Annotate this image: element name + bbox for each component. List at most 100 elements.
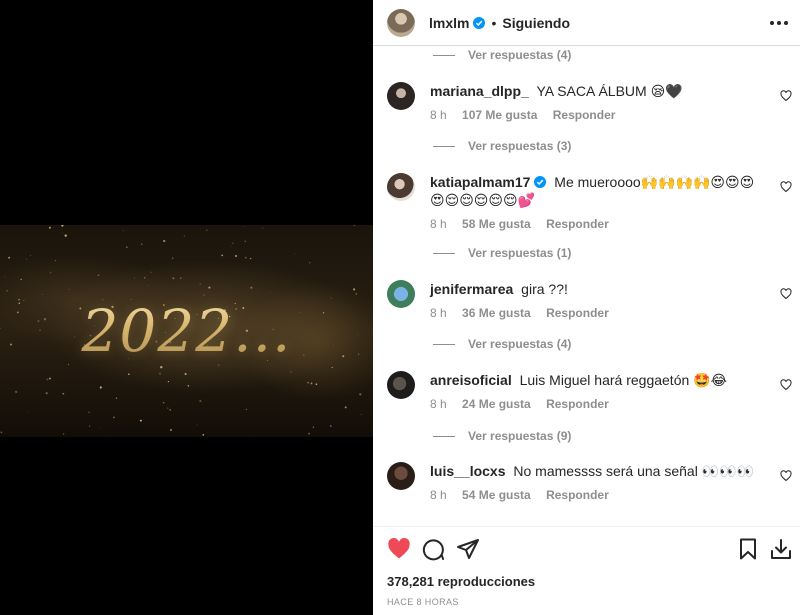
comment-time[interactable]: 8 h xyxy=(430,488,447,502)
separator-dot: • xyxy=(491,14,497,31)
post-header: lmxlm • Siguiendo xyxy=(373,0,800,46)
like-comment-icon[interactable] xyxy=(780,470,792,482)
like-comment-icon[interactable] xyxy=(780,181,792,193)
sparkle xyxy=(20,278,22,281)
sparkle xyxy=(250,286,253,289)
bookmark-icon[interactable] xyxy=(736,537,760,561)
sparkle xyxy=(294,253,296,255)
view-count[interactable]: 378,281 reproducciones xyxy=(387,574,535,589)
sparkle xyxy=(109,436,111,437)
video-overlay-text: 2022... xyxy=(0,297,373,365)
comment-username[interactable]: mariana_dlpp_ xyxy=(430,83,529,99)
sparkle xyxy=(89,425,91,427)
video-frame: 2022... xyxy=(0,225,373,437)
view-replies-button[interactable]: Ver respuestas (3) xyxy=(373,139,571,153)
sparkle xyxy=(49,271,52,274)
sparkle xyxy=(160,366,163,369)
video-player[interactable]: 2022... xyxy=(0,0,373,615)
view-replies-button[interactable]: Ver respuestas (4) xyxy=(373,337,571,351)
comment-username[interactable]: jenifermarea xyxy=(430,281,513,297)
comment-avatar[interactable] xyxy=(387,173,415,201)
verified-icon xyxy=(534,176,547,188)
download-icon[interactable] xyxy=(769,537,793,561)
comment-avatar[interactable] xyxy=(387,82,415,110)
comment-time[interactable]: 8 h xyxy=(430,306,447,320)
comment-likes[interactable]: 54 Me gusta xyxy=(462,488,531,502)
comment-time[interactable]: 8 h xyxy=(430,108,447,122)
sparkle xyxy=(187,384,190,387)
sparkle xyxy=(310,382,313,385)
sparkle xyxy=(245,408,247,410)
post-sidebar: lmxlm • Siguiendo Ver respuestas (4) mar… xyxy=(373,0,800,615)
reply-button[interactable]: Responder xyxy=(546,306,609,320)
sparkle xyxy=(144,277,146,279)
comment-avatar[interactable] xyxy=(387,462,415,490)
sparkle xyxy=(308,432,311,435)
sparkle xyxy=(290,371,292,373)
reply-button[interactable]: Responder xyxy=(546,217,609,231)
view-replies-button[interactable]: Ver respuestas (9) xyxy=(373,429,571,443)
sparkle xyxy=(45,392,48,395)
sparkle xyxy=(330,425,332,427)
sparkle xyxy=(122,230,124,232)
share-icon[interactable] xyxy=(456,537,480,561)
sparkle xyxy=(99,386,102,389)
view-replies-label: Ver respuestas (4) xyxy=(468,48,572,62)
sparkle xyxy=(360,413,362,415)
reply-button[interactable]: Responder xyxy=(553,108,616,122)
sparkle xyxy=(148,284,149,286)
sparkle xyxy=(88,411,90,414)
more-icon[interactable] xyxy=(770,14,788,32)
comment-likes[interactable]: 24 Me gusta xyxy=(462,397,531,411)
comment-likes[interactable]: 36 Me gusta xyxy=(462,306,531,320)
like-comment-icon[interactable] xyxy=(780,379,792,391)
comment-time[interactable]: 8 h xyxy=(430,397,447,411)
comment-username[interactable]: katiapalmam17 xyxy=(430,174,530,190)
comment-time[interactable]: 8 h xyxy=(430,217,447,231)
comment-likes[interactable]: 58 Me gusta xyxy=(462,217,531,231)
comment-likes[interactable]: 107 Me gusta xyxy=(462,108,537,122)
sparkle xyxy=(232,242,234,244)
comment-avatar[interactable] xyxy=(387,280,415,308)
sparkle xyxy=(0,431,3,434)
sparkle xyxy=(221,254,224,257)
sparkle xyxy=(183,235,185,237)
sparkle xyxy=(150,271,152,273)
post-actions: 378,281 reproducciones HACE 8 HORAS xyxy=(373,526,800,615)
sparkle xyxy=(62,392,65,395)
like-comment-icon[interactable] xyxy=(780,90,792,102)
comment-text: No mamessss será una señal 👀👀👀 xyxy=(513,463,754,479)
comment-item: katiapalmam17 Me mueroooo🙌🙌🙌🙌😍😍😍😍😌😌😌😌😌💕 … xyxy=(373,173,800,231)
following-button[interactable]: Siguiendo xyxy=(502,15,570,31)
sparkle xyxy=(270,292,271,294)
sparkle xyxy=(49,377,51,380)
comments-list[interactable]: Ver respuestas (4) mariana_dlpp_ YA SACA… xyxy=(373,46,800,526)
comment-username[interactable]: anreisoficial xyxy=(430,372,512,388)
author-avatar[interactable] xyxy=(387,8,415,37)
verified-icon xyxy=(473,16,486,29)
comment-avatar[interactable] xyxy=(387,371,415,399)
sparkle xyxy=(353,288,356,291)
reply-button[interactable]: Responder xyxy=(546,488,609,502)
comment-username[interactable]: luis__locxs xyxy=(430,463,506,479)
replies-divider xyxy=(433,252,455,254)
view-replies-label: Ver respuestas (4) xyxy=(468,337,572,351)
view-replies-button[interactable]: Ver respuestas (1) xyxy=(373,246,571,260)
sparkle xyxy=(202,434,205,436)
sparkle xyxy=(41,294,43,295)
comment-icon[interactable] xyxy=(421,537,445,561)
replies-divider xyxy=(433,435,455,437)
heart-filled-icon[interactable] xyxy=(387,537,411,561)
sparkle xyxy=(203,294,205,296)
sparkle xyxy=(249,257,252,260)
comment-item: luis__locxs No mamessss será una señal 👀… xyxy=(373,462,800,502)
view-replies-button[interactable]: Ver respuestas (4) xyxy=(373,48,571,62)
author-username[interactable]: lmxlm xyxy=(429,15,469,31)
reply-button[interactable]: Responder xyxy=(546,397,609,411)
sparkle xyxy=(46,378,49,381)
sparkle xyxy=(113,416,115,419)
sparkle xyxy=(48,226,51,229)
comment-text: YA SACA ÁLBUM 😪🖤 xyxy=(536,83,683,99)
comment-text: gira ??! xyxy=(521,281,568,297)
like-comment-icon[interactable] xyxy=(780,288,792,300)
